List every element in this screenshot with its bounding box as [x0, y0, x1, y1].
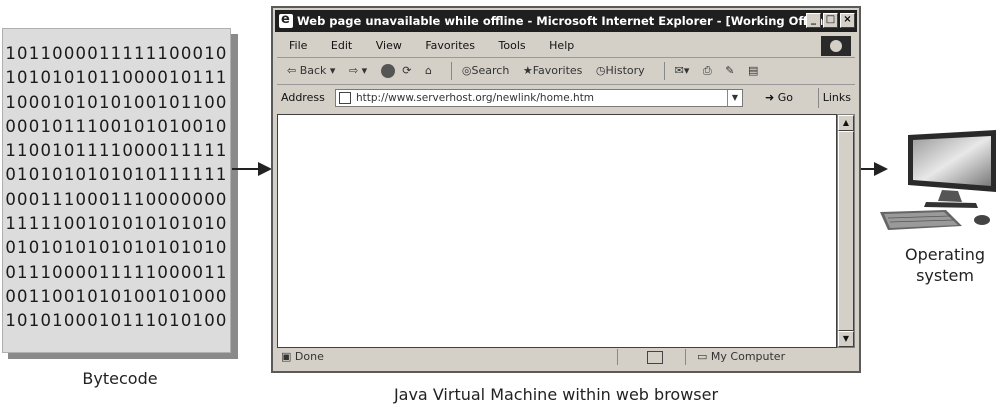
browser-window: Web page unavailable while offline - Mic…	[271, 6, 861, 373]
address-value: http://www.serverhost.org/newlink/home.h…	[356, 92, 595, 104]
menu-edit[interactable]: Edit	[331, 35, 352, 57]
discuss-icon[interactable]: ▤	[748, 58, 758, 84]
menu-tools[interactable]: Tools	[499, 35, 526, 57]
bytecode-row: 0111000011111000011	[5, 262, 228, 282]
history-icon: ◷	[595, 64, 606, 77]
links-button[interactable]: Links	[817, 88, 855, 108]
os-caption-line1: Operating	[905, 245, 985, 264]
menu-help[interactable]: Help	[549, 35, 574, 57]
menu-view[interactable]: View	[376, 35, 402, 57]
refresh-icon[interactable]: ⟳	[402, 58, 411, 84]
history-button[interactable]: ◷History	[596, 58, 645, 84]
go-arrow-icon: ➜	[765, 91, 775, 104]
print-icon[interactable]: ⎙	[703, 58, 712, 84]
back-label: Back	[299, 64, 327, 77]
favorites-button[interactable]: ★Favorites	[523, 58, 583, 84]
status-separator	[685, 349, 686, 365]
favorites-icon: ★	[522, 64, 533, 77]
toolbar-separator	[664, 62, 666, 80]
os-caption-line2: system	[916, 266, 974, 285]
window-title: Web page unavailable while offline - Mic…	[297, 14, 837, 28]
status-zone-label: My Computer	[710, 350, 786, 363]
address-input[interactable]: http://www.serverhost.org/newlink/home.h…	[335, 89, 743, 107]
jvm-caption: Java Virtual Machine within web browser	[393, 385, 719, 404]
vertical-scrollbar[interactable]: ▲ ▼	[837, 114, 855, 348]
title-bar[interactable]: Web page unavailable while offline - Mic…	[275, 10, 857, 32]
page-content-area[interactable]	[277, 114, 837, 348]
forward-button[interactable]: ⇨ ▾	[349, 58, 367, 84]
arrow-to-jvm-head	[258, 162, 272, 176]
back-arrow-icon: ⇦	[287, 64, 297, 77]
bytecode-row: 0001110001110000000	[5, 189, 228, 209]
favorites-label: Favorites	[532, 64, 583, 77]
forward-arrow-icon: ⇨	[348, 64, 359, 77]
go-button[interactable]: ➜ Go	[765, 86, 793, 110]
search-icon: ◎	[461, 64, 472, 77]
ie-icon	[279, 10, 293, 31]
bytecode-row: 1100101111000011111	[5, 141, 228, 161]
status-network-icon	[647, 351, 663, 364]
status-text: ▣ Done	[281, 347, 324, 367]
bytecode-panel: 1011000011111100010 1010101011000010111 …	[2, 28, 231, 353]
minimize-button[interactable]: _	[806, 13, 821, 28]
address-label: Address	[281, 91, 325, 104]
scroll-up-icon[interactable]: ▲	[838, 115, 854, 131]
os-caption: Operating system	[880, 244, 1001, 286]
bytecode-row: 0011001010100101000	[5, 286, 228, 306]
page-icon	[339, 92, 351, 104]
menu-favorites[interactable]: Favorites	[425, 35, 475, 57]
menu-file[interactable]: File	[289, 35, 307, 57]
windows-logo-icon	[821, 36, 851, 56]
window-controls: _ □ ×	[806, 13, 855, 28]
maximize-button[interactable]: □	[823, 13, 838, 28]
arrow-to-jvm-line	[232, 168, 260, 170]
history-label: History	[605, 64, 645, 77]
status-separator	[617, 349, 618, 365]
menu-bar: File Edit View Favorites Tools Help	[277, 35, 855, 58]
toolbar: ⇦ Back ▾ ⇨ ▾ ⟳ ⌂ ◎Search ★Favorites ◷His…	[277, 58, 855, 85]
edit-icon[interactable]: ✎	[725, 58, 734, 84]
bytecode-caption: Bytecode	[82, 369, 158, 388]
bytecode-row: 1011000011111100010	[5, 44, 228, 63]
status-done-label: Done	[294, 350, 324, 363]
status-bar: ▣ Done ▭ My Computer	[277, 347, 855, 367]
scroll-down-icon[interactable]: ▼	[838, 331, 854, 347]
bytecode-row: 0001011100101010010	[5, 116, 228, 136]
computer-icon	[880, 130, 996, 230]
go-label: Go	[777, 91, 793, 104]
scroll-thumb[interactable]	[838, 131, 854, 331]
bytecode-row: 1010101011000010111	[5, 68, 228, 88]
computer-small-icon: ▭	[697, 350, 708, 363]
status-page-icon: ▣	[281, 350, 292, 363]
address-dropdown-icon[interactable]: ▼	[727, 90, 742, 106]
bytecode-row: 1010100010111010100	[5, 311, 228, 331]
search-button[interactable]: ◎Search	[462, 58, 509, 84]
search-label: Search	[471, 64, 510, 77]
bytecode-row: 1000101010100101100	[5, 92, 228, 112]
close-button[interactable]: ×	[840, 13, 855, 28]
toolbar-separator	[451, 62, 453, 80]
bytecode-row: 1111100101010101010	[5, 214, 228, 234]
home-icon[interactable]: ⌂	[425, 58, 432, 84]
mail-icon[interactable]: ✉▾	[675, 58, 690, 84]
bytecode-row: 0101010101010111111	[5, 165, 228, 185]
bytecode-row: 0101010101010101010	[5, 238, 228, 258]
address-bar: Address http://www.serverhost.org/newlin…	[277, 86, 855, 110]
back-button[interactable]: ⇦ Back ▾	[287, 58, 335, 84]
stop-icon[interactable]	[380, 64, 395, 78]
status-zone: ▭ My Computer	[697, 347, 785, 367]
